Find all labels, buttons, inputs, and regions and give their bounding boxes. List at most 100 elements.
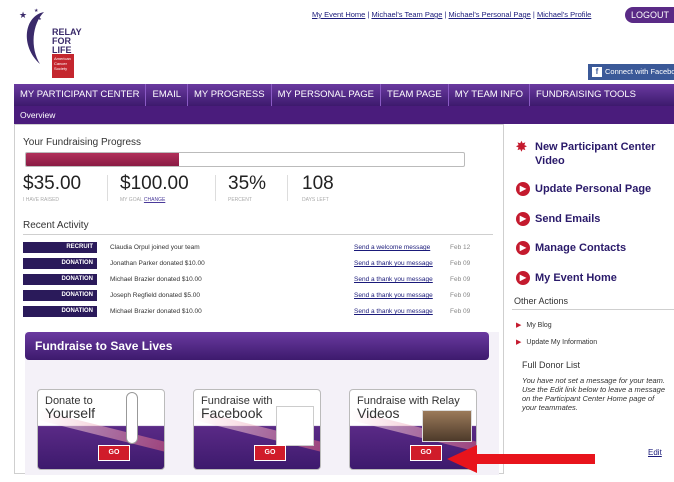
nav-participant-center[interactable]: MY PARTICIPANT CENTER: [14, 84, 147, 106]
link-profile[interactable]: Michael's Profile: [537, 10, 591, 19]
card-title-line2: Yourself: [45, 405, 96, 421]
other-item-label: Update My Information: [526, 339, 598, 346]
sidebar-item-label: Manage Contacts: [535, 242, 627, 254]
card-title: Fundraise with Facebook: [201, 395, 273, 421]
nav-my-progress[interactable]: MY PROGRESS: [188, 84, 272, 106]
raised-value: $35.00: [23, 173, 82, 194]
facebook-icon: f: [592, 67, 602, 77]
donor-list-message: You have not set a message for your team…: [522, 376, 665, 412]
nav-team-info[interactable]: MY TEAM INFO: [449, 84, 531, 106]
triangle-icon: ▶: [516, 322, 522, 329]
triangle-icon: ▶: [516, 339, 522, 346]
nav-email[interactable]: EMAIL: [146, 84, 188, 106]
fundraise-title: Fundraise to Save Lives: [25, 332, 489, 360]
facebook-connect-button[interactable]: fConnect with Facebook: [588, 64, 674, 80]
activity-text: Joseph Regfield donated $5.00: [110, 292, 200, 299]
logo-for-life: FOR LIFE: [52, 36, 72, 55]
sidebar-item-label: My Event Home: [535, 272, 617, 284]
subnav-overview[interactable]: Overview: [14, 106, 674, 124]
divider: [23, 234, 493, 235]
activity-date: Feb 09: [450, 260, 471, 267]
starburst-icon: ✸: [516, 139, 527, 154]
arrow-circle-icon: ▶: [516, 241, 530, 255]
logo-text: RELAY FOR LIFE: [52, 28, 82, 55]
nav-fundraising-tools[interactable]: FUNDRAISING TOOLS: [530, 84, 642, 106]
other-item-update-info[interactable]: ▶ Update My Information: [516, 338, 597, 346]
activity-action-link[interactable]: Send a thank you message: [354, 274, 433, 285]
logout-button[interactable]: LOGOUT: [625, 7, 674, 23]
activity-badge: DONATION: [23, 258, 97, 269]
card-title-line2: Facebook: [201, 405, 263, 421]
activity-date: Feb 09: [450, 308, 471, 315]
link-team-page[interactable]: Michael's Team Page: [371, 10, 442, 19]
acs-logo: American Cancer Society: [52, 54, 74, 78]
activity-action-link[interactable]: Send a thank you message: [354, 290, 433, 301]
main-panel: Your Fundraising Progress $35.00 I HAVE …: [14, 124, 504, 475]
card-donate-yourself[interactable]: Donate to Yourself GO: [37, 389, 165, 470]
go-button[interactable]: GO: [410, 445, 442, 461]
activity-row: DONATION Jonathan Parker donated $10.00 …: [23, 258, 493, 270]
svg-text:★: ★: [38, 16, 42, 21]
sidebar-item-my-event-home[interactable]: ▶ My Event Home: [516, 271, 617, 285]
go-button[interactable]: GO: [98, 445, 130, 461]
days-label: DAYS LEFT: [302, 197, 329, 203]
relay-for-life-logo[interactable]: ★ ★ ★ RELAY FOR LIFE American Cancer Soc…: [14, 6, 82, 78]
donor-list-title: Full Donor List: [522, 360, 581, 370]
nav-team-page[interactable]: TEAM PAGE: [381, 84, 449, 106]
progress-bar: [25, 152, 465, 167]
thermometer-icon: [126, 392, 138, 444]
divider: [512, 309, 674, 310]
activity-badge: DONATION: [23, 274, 97, 285]
activity-text: Michael Brazier donated $10.00: [110, 308, 202, 315]
sidebar-item-new-video[interactable]: ✸ New Participant Center Video: [516, 140, 674, 168]
top-links: My Event Home | Michael's Team Page | Mi…: [312, 10, 592, 19]
sidebar-item-label: Update Personal Page: [535, 183, 652, 195]
fundraise-panel: Fundraise to Save Lives Donate to Yoursel…: [25, 332, 499, 475]
divider: [215, 175, 216, 201]
change-goal-link[interactable]: change: [144, 197, 165, 203]
goal-label: MY GOAL change: [120, 197, 189, 203]
edit-link[interactable]: Edit: [648, 448, 662, 457]
percent-value: 35%: [228, 173, 267, 194]
acs-logo-text: American Cancer Society: [54, 56, 71, 71]
activity-row: RECRUIT Claudia Orpul joined your team S…: [23, 242, 493, 254]
divider: [287, 175, 288, 201]
video-thumbnail: [422, 410, 472, 442]
activity-row: DONATION Michael Brazier donated $10.00 …: [23, 274, 493, 286]
activity-date: Feb 12: [450, 244, 471, 251]
other-actions-title: Other Actions: [514, 296, 569, 306]
sidebar-item-send-emails[interactable]: ▶ Send Emails: [516, 212, 600, 226]
svg-text:★: ★: [34, 8, 39, 14]
nav-personal-page[interactable]: MY PERSONAL PAGE: [272, 84, 382, 106]
sidebar-item-manage-contacts[interactable]: ▶ Manage Contacts: [516, 241, 626, 255]
raised-label: I HAVE RAISED: [23, 197, 60, 203]
activity-action-link[interactable]: Send a thank you message: [354, 306, 433, 317]
sidebar-item-update-personal-page[interactable]: ▶ Update Personal Page: [516, 182, 651, 196]
activity-row: DONATION Joseph Regfield donated $5.00 S…: [23, 290, 493, 302]
activity-badge: RECRUIT: [23, 242, 97, 253]
percent-label: PERCENT: [228, 197, 252, 203]
activity-action-link[interactable]: Send a welcome message: [354, 242, 430, 253]
goal-value: $100.00: [120, 173, 189, 194]
activity-date: Feb 09: [450, 276, 471, 283]
days-value: 108: [302, 173, 334, 194]
sidebar-item-label: New Participant Center Video: [535, 141, 656, 167]
other-item-my-blog[interactable]: ▶ My Blog: [516, 321, 552, 329]
facebook-connect-label: Connect with Facebook: [605, 67, 674, 76]
link-my-event-home[interactable]: My Event Home: [312, 10, 365, 19]
activity-text: Claudia Orpul joined your team: [110, 244, 200, 251]
stat-raised: $35.00 I HAVE RAISED: [23, 173, 81, 203]
progress-title: Your Fundraising Progress: [23, 137, 142, 148]
card-facebook[interactable]: Fundraise with Facebook GO: [193, 389, 321, 470]
link-personal-page[interactable]: Michael's Personal Page: [449, 10, 531, 19]
activity-badge: DONATION: [23, 290, 97, 301]
goal-label-text: MY GOAL: [120, 197, 143, 203]
recent-activity-title: Recent Activity: [23, 220, 89, 231]
main-nav: MY PARTICIPANT CENTER EMAIL MY PROGRESS …: [14, 84, 674, 106]
stat-percent: 35% PERCENT: [228, 173, 266, 203]
card-title-line2: Videos: [357, 405, 400, 421]
activity-action-link[interactable]: Send a thank you message: [354, 258, 433, 269]
go-button[interactable]: GO: [254, 445, 286, 461]
right-sidebar: ✸ New Participant Center Video ▶ Update Pe…: [512, 124, 674, 474]
other-item-label: My Blog: [526, 322, 552, 329]
